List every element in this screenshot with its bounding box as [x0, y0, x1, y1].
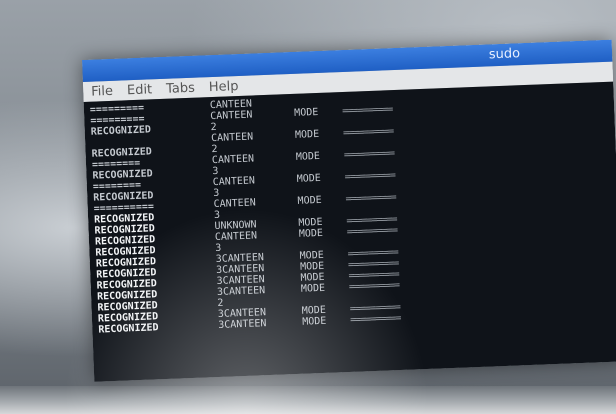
- terminal-output[interactable]: ========= CANTEEN ========= CANTEEN MODE ====…: [83, 81, 616, 382]
- menu-tabs[interactable]: Tabs: [166, 80, 195, 96]
- menu-edit[interactable]: Edit: [127, 82, 153, 98]
- menu-help[interactable]: Help: [209, 79, 239, 95]
- menu-file[interactable]: File: [91, 83, 113, 99]
- terminal-cell: MODE: [302, 315, 327, 328]
- terminal-window: sudo File Edit Tabs Help ========= CANTEE…: [82, 39, 616, 382]
- monitor-bezel: [0, 386, 616, 414]
- window-title: sudo: [488, 46, 521, 63]
- terminal-cell: 3CANTEEN: [218, 318, 267, 331]
